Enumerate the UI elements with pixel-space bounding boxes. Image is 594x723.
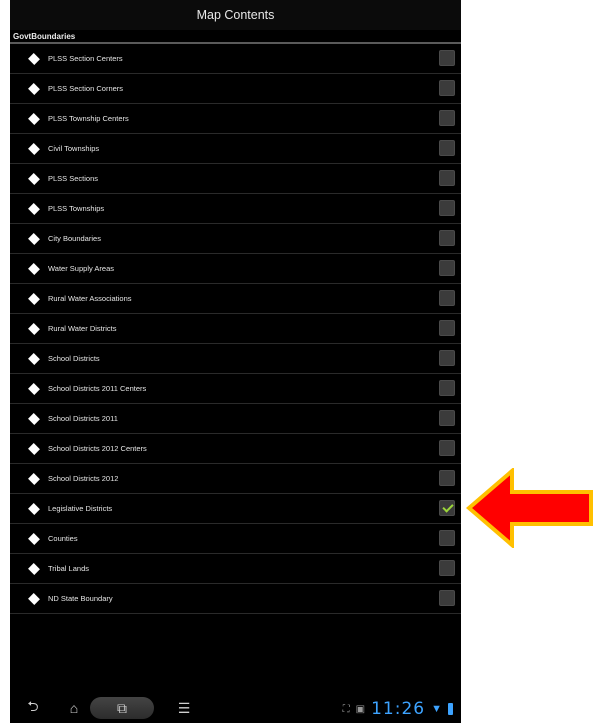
layer-visibility-checkbox[interactable]: [439, 560, 455, 576]
diamond-icon: [28, 562, 40, 575]
title-bar: Map Contents: [10, 0, 461, 30]
layer-label: Legislative Districts: [48, 504, 113, 513]
layer-label: Counties: [48, 534, 78, 543]
layer-row[interactable]: Legislative Districts: [10, 494, 461, 524]
diamond-icon: [28, 202, 40, 215]
layer-visibility-checkbox[interactable]: [439, 350, 455, 366]
layer-visibility-checkbox[interactable]: [439, 290, 455, 306]
layer-row[interactable]: City Boundaries: [10, 224, 461, 254]
layer-label: School Districts 2012: [48, 474, 119, 483]
diamond-icon: [28, 382, 40, 395]
layer-visibility-checkbox[interactable]: [439, 260, 455, 276]
layer-visibility-checkbox[interactable]: [439, 590, 455, 606]
layer-row[interactable]: School Districts 2011 Centers: [10, 374, 461, 404]
layer-visibility-checkbox[interactable]: [439, 530, 455, 546]
layer-label: Rural Water Associations: [48, 294, 132, 303]
layer-label: ND State Boundary: [48, 594, 113, 603]
diamond-icon: [28, 472, 40, 485]
layer-row[interactable]: ND State Boundary: [10, 584, 461, 614]
layer-label: Tribal Lands: [48, 564, 89, 573]
diamond-icon: [28, 262, 40, 275]
diamond-icon: [28, 502, 40, 515]
layer-visibility-checkbox[interactable]: [439, 80, 455, 96]
recent-apps-button[interactable]: ⧉: [90, 697, 154, 719]
layer-visibility-checkbox[interactable]: [439, 50, 455, 66]
diamond-icon: [28, 292, 40, 305]
back-button[interactable]: ⮌: [22, 697, 44, 719]
layer-label: PLSS Sections: [48, 174, 99, 183]
pointer-arrow-icon: [466, 468, 593, 548]
layer-row[interactable]: School Districts 2012: [10, 464, 461, 494]
layer-row[interactable]: School Districts 2012 Centers: [10, 434, 461, 464]
device-screen: Map Contents GovtBoundaries PLSS Section…: [10, 0, 461, 723]
diamond-icon: [28, 412, 40, 425]
layer-row[interactable]: School Districts: [10, 344, 461, 374]
diamond-icon: [28, 142, 40, 155]
layer-label: School Districts 2011 Centers: [48, 384, 147, 393]
layer-label: Water Supply Areas: [48, 264, 115, 273]
diamond-icon: [28, 442, 40, 455]
system-navigation-bar: ⮌ ⌂ ⧉ ☰ ⛶ ▣ 11:26 ▼: [10, 693, 461, 723]
layer-row[interactable]: Water Supply Areas: [10, 254, 461, 284]
layer-row[interactable]: PLSS Sections: [10, 164, 461, 194]
menu-button[interactable]: ☰: [173, 697, 195, 719]
diamond-icon: [28, 232, 40, 245]
layer-row[interactable]: Civil Townships: [10, 134, 461, 164]
home-button[interactable]: ⌂: [63, 697, 85, 719]
layer-visibility-checkbox[interactable]: [439, 380, 455, 396]
layer-visibility-checkbox[interactable]: [439, 140, 455, 156]
layer-visibility-checkbox[interactable]: [439, 500, 455, 516]
layer-row[interactable]: PLSS Section Centers: [10, 44, 461, 74]
diamond-icon: [28, 82, 40, 95]
battery-icon: [448, 703, 453, 715]
layer-label: School Districts: [48, 354, 100, 363]
layer-row[interactable]: School Districts 2011: [10, 404, 461, 434]
page-title: Map Contents: [196, 8, 275, 22]
layer-row[interactable]: Rural Water Districts: [10, 314, 461, 344]
diamond-icon: [28, 322, 40, 335]
clock: 11:26: [371, 699, 426, 719]
diamond-icon: [28, 172, 40, 185]
layer-visibility-checkbox[interactable]: [439, 200, 455, 216]
layer-visibility-checkbox[interactable]: [439, 470, 455, 486]
layer-label: School Districts 2012 Centers: [48, 444, 147, 453]
layer-visibility-checkbox[interactable]: [439, 170, 455, 186]
diamond-icon: [28, 52, 40, 65]
layer-row[interactable]: PLSS Township Centers: [10, 104, 461, 134]
section-header: GovtBoundaries: [10, 30, 461, 44]
layer-row[interactable]: PLSS Section Corners: [10, 74, 461, 104]
menu-icon: ☰: [177, 699, 191, 716]
diamond-icon: [28, 352, 40, 365]
wifi-icon: ▼: [431, 703, 442, 715]
layer-visibility-checkbox[interactable]: [439, 110, 455, 126]
layer-row[interactable]: Tribal Lands: [10, 554, 461, 584]
layer-label: Civil Townships: [48, 144, 100, 153]
layer-label: Rural Water Districts: [48, 324, 117, 333]
layer-label: PLSS Section Corners: [48, 84, 124, 93]
layer-label: PLSS Section Centers: [48, 54, 123, 63]
layer-label: School Districts 2011: [48, 414, 118, 423]
status-area[interactable]: ⛶ ▣ 11:26 ▼: [343, 699, 453, 719]
diamond-icon: [28, 532, 40, 545]
layer-label: PLSS Township Centers: [48, 114, 129, 123]
check-icon: [442, 501, 454, 513]
screenshot-icon: ⛶: [342, 703, 350, 715]
back-icon: ⮌: [27, 698, 39, 714]
diamond-icon: [28, 112, 40, 125]
layer-visibility-checkbox[interactable]: [439, 320, 455, 336]
recent-apps-icon: ⧉: [117, 699, 127, 716]
layer-visibility-checkbox[interactable]: [439, 410, 455, 426]
layer-list: PLSS Section Centers PLSS Section Corners…: [10, 44, 461, 614]
diamond-icon: [28, 592, 40, 605]
layer-visibility-checkbox[interactable]: [439, 440, 455, 456]
layer-row[interactable]: Counties: [10, 524, 461, 554]
gallery-icon: ▣: [355, 703, 366, 715]
home-icon: ⌂: [69, 700, 79, 716]
layer-label: PLSS Townships: [48, 204, 105, 213]
layer-label: City Boundaries: [48, 234, 101, 243]
layer-row[interactable]: PLSS Townships: [10, 194, 461, 224]
layer-row[interactable]: Rural Water Associations: [10, 284, 461, 314]
layer-visibility-checkbox[interactable]: [439, 230, 455, 246]
